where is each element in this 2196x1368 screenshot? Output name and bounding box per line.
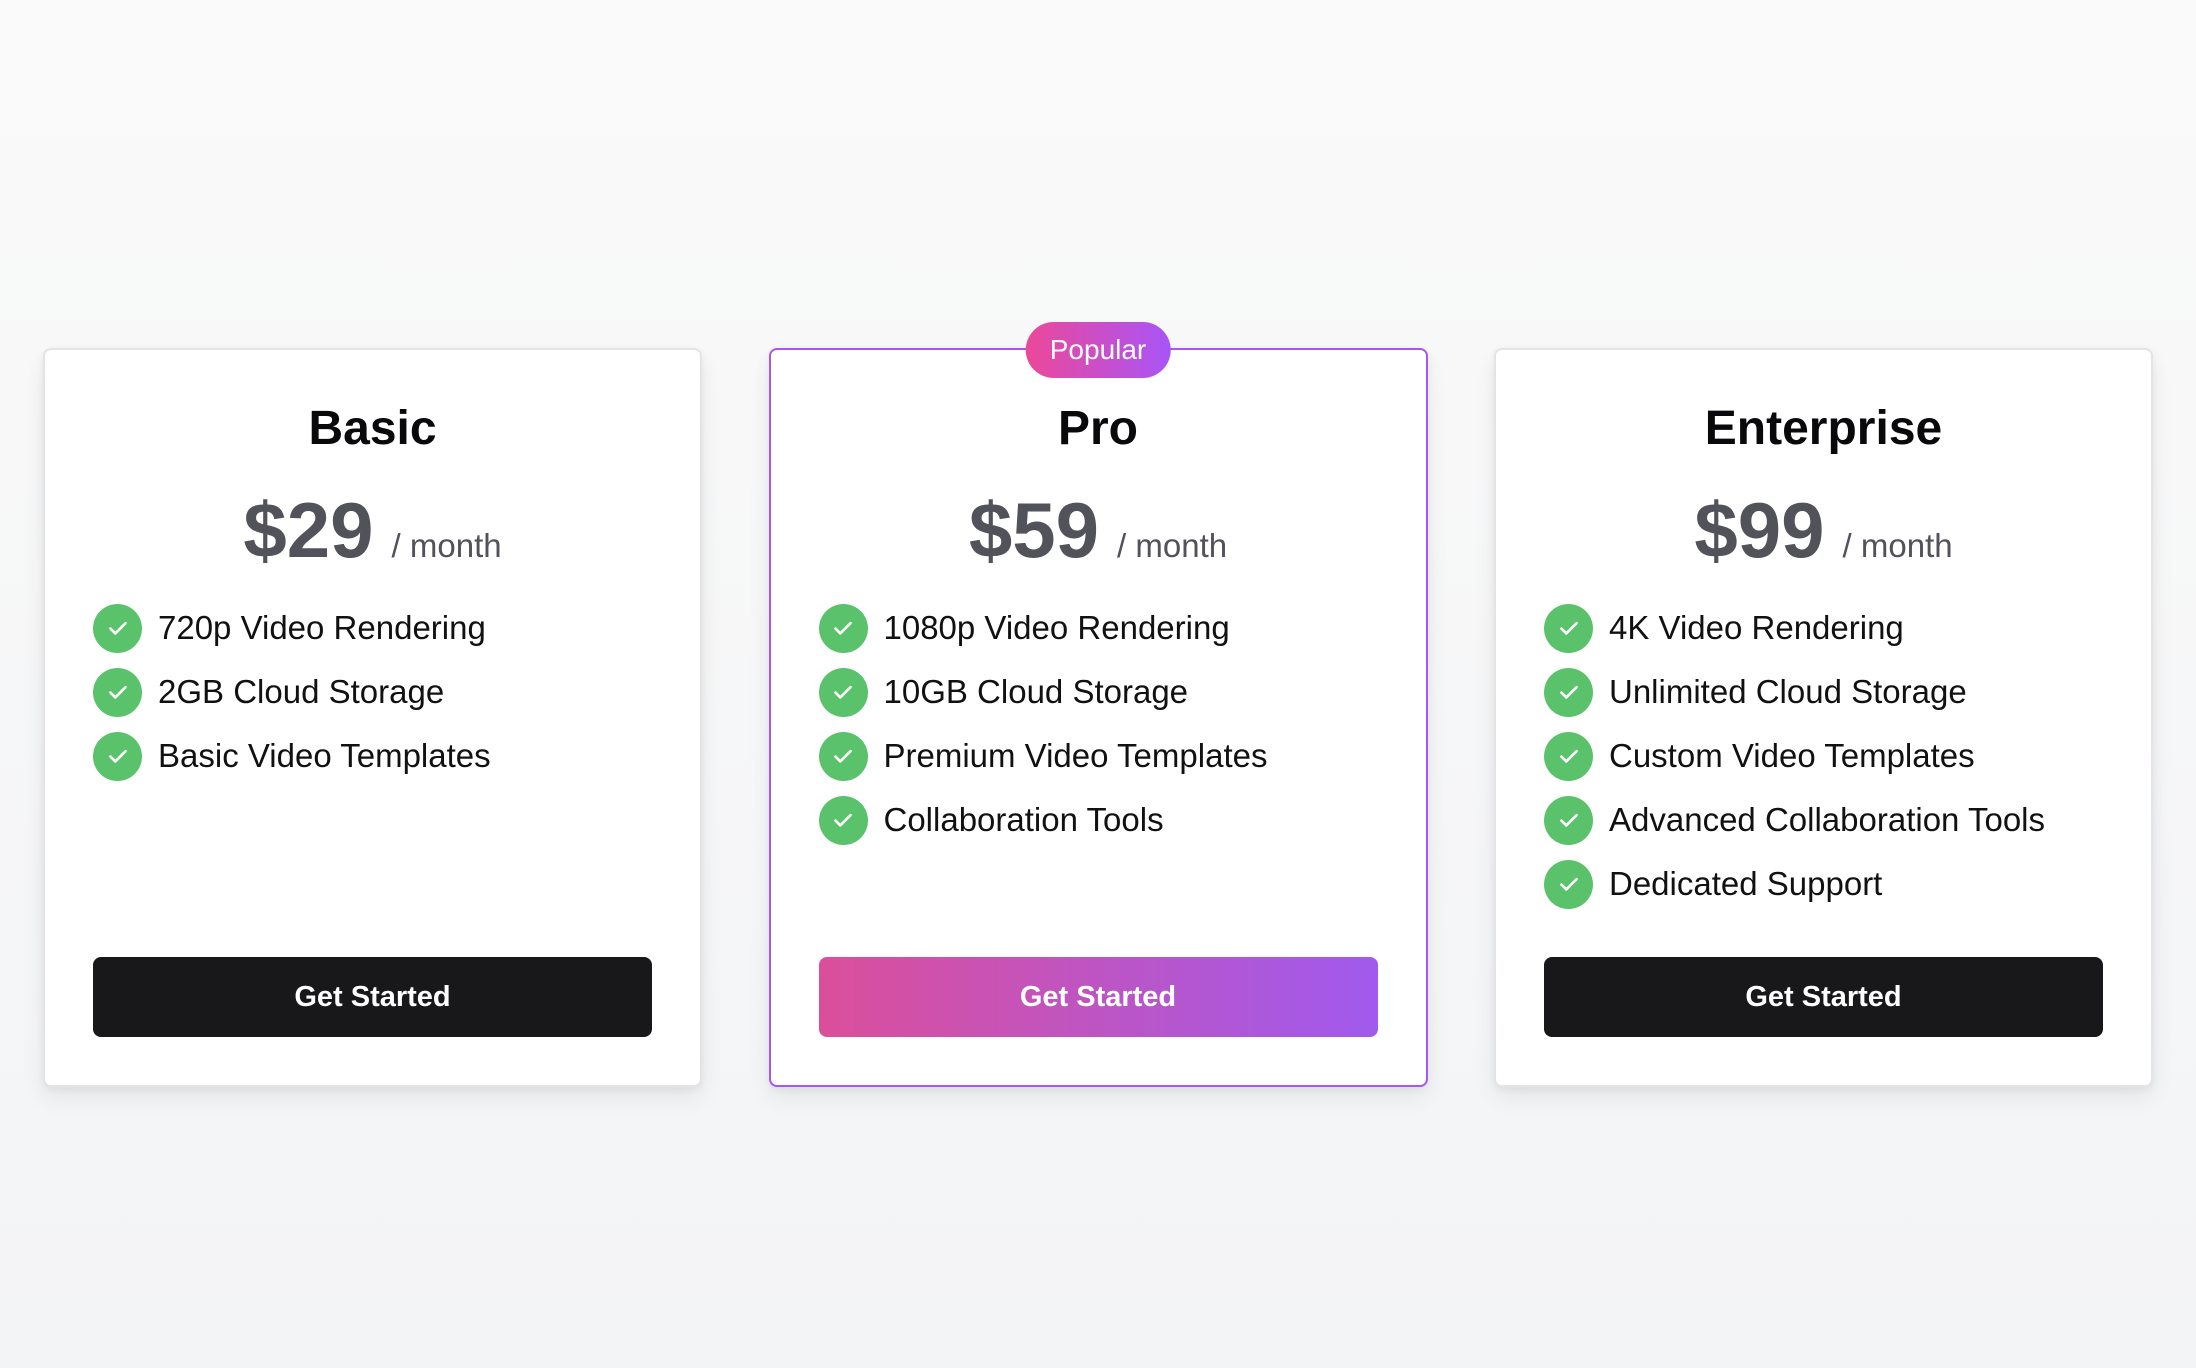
feature-label: Premium Video Templates xyxy=(883,737,1268,774)
check-circle-icon xyxy=(93,603,142,653)
feature-label: 4K Video Rendering xyxy=(1609,609,1904,646)
check-circle-icon xyxy=(1544,859,1593,909)
plan-name: Basic xyxy=(308,402,437,455)
feature-item: Collaboration Tools xyxy=(818,788,1378,852)
feature-label: 720p Video Rendering xyxy=(158,609,486,646)
pricing-card-enterprise: Enterprise $99 / month 4K Video Renderin… xyxy=(1494,348,2153,1087)
feature-label: 2GB Cloud Storage xyxy=(158,673,445,710)
check-circle-icon xyxy=(93,667,142,717)
feature-item: 4K Video Rendering xyxy=(1544,596,2103,660)
feature-item: Custom Video Templates xyxy=(1544,724,2103,788)
plan-name: Enterprise xyxy=(1704,402,1943,455)
feature-label: 1080p Video Rendering xyxy=(883,609,1230,646)
check-circle-icon xyxy=(1544,667,1593,717)
plan-name: Pro xyxy=(1057,402,1138,455)
check-circle-icon xyxy=(818,795,868,845)
feature-label: Dedicated Support xyxy=(1609,865,1883,902)
feature-label: Advanced Collaboration Tools xyxy=(1609,801,2046,838)
check-circle-icon xyxy=(93,731,142,781)
feature-item: Basic Video Templates xyxy=(93,724,652,788)
feature-item: Unlimited Cloud Storage xyxy=(1544,660,2103,724)
plan-price: $59 xyxy=(968,486,1100,574)
check-circle-icon xyxy=(818,603,868,653)
pricing-cards: Basic $29 / month 720p Video Rendering 2… xyxy=(43,322,2153,1087)
price-period: / month xyxy=(1842,527,1953,564)
feature-label: Custom Video Templates xyxy=(1609,737,1975,774)
get-started-button-enterprise[interactable]: Get Started xyxy=(1544,957,2103,1037)
check-circle-icon xyxy=(1544,795,1593,845)
get-started-button-pro[interactable]: Get Started xyxy=(818,957,1378,1037)
pricing-card-pro: Popular Pro $59 / month 1080p Video Rend… xyxy=(768,322,1428,1087)
feature-label: Unlimited Cloud Storage xyxy=(1609,673,1967,710)
plan-price: $99 xyxy=(1694,486,1825,574)
feature-item: 10GB Cloud Storage xyxy=(818,660,1378,724)
feature-item: 1080p Video Rendering xyxy=(818,596,1378,660)
price-row: $29 / month xyxy=(93,488,652,572)
check-circle-icon xyxy=(1544,603,1593,653)
popular-badge: Popular xyxy=(1025,322,1171,378)
check-circle-icon xyxy=(818,667,868,717)
check-circle-icon xyxy=(818,731,868,781)
get-started-button-basic[interactable]: Get Started xyxy=(93,957,652,1037)
pricing-card-basic: Basic $29 / month 720p Video Rendering 2… xyxy=(43,348,702,1087)
price-row: $99 / month xyxy=(1544,488,2103,572)
feature-list: 1080p Video Rendering 10GB Cloud Storage… xyxy=(818,596,1378,852)
feature-label: Basic Video Templates xyxy=(158,737,491,774)
feature-list: 720p Video Rendering 2GB Cloud Storage B… xyxy=(93,596,652,788)
feature-item: Dedicated Support xyxy=(1544,852,2103,916)
feature-item: 2GB Cloud Storage xyxy=(93,660,652,724)
feature-label: 10GB Cloud Storage xyxy=(883,673,1189,710)
feature-label: Collaboration Tools xyxy=(883,801,1164,838)
feature-list: 4K Video Rendering Unlimited Cloud Stora… xyxy=(1544,596,2103,916)
price-row: $59 / month xyxy=(819,488,1378,572)
check-circle-icon xyxy=(1544,731,1593,781)
price-period: / month xyxy=(391,527,502,564)
price-period: / month xyxy=(1117,527,1228,564)
feature-item: 720p Video Rendering xyxy=(93,596,652,660)
plan-price: $29 xyxy=(243,486,374,574)
feature-item: Advanced Collaboration Tools xyxy=(1544,788,2103,852)
feature-item: Premium Video Templates xyxy=(818,724,1378,788)
